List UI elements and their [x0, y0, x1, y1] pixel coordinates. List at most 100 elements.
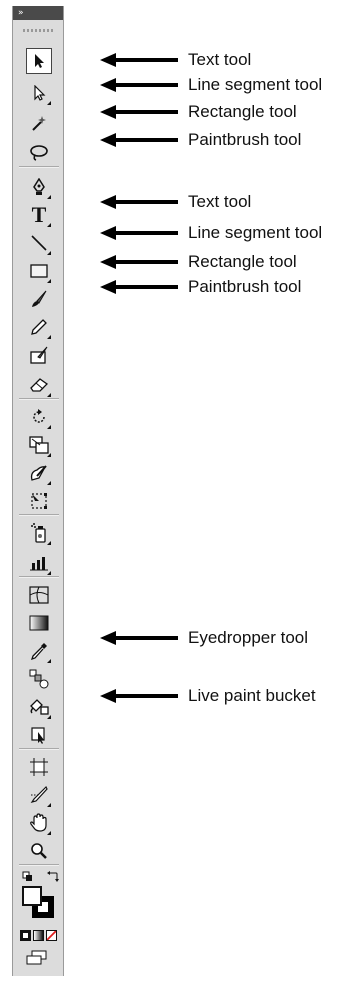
panel-grip[interactable]	[23, 29, 53, 32]
flyout-indicator	[47, 715, 51, 719]
live-paint-bucket-tool[interactable]	[26, 694, 52, 720]
eyedropper-tool[interactable]	[26, 638, 52, 664]
annotation: Text tool	[100, 50, 251, 70]
live-paint-selection-icon	[31, 727, 45, 744]
annotation: Line segment tool	[100, 223, 322, 243]
mesh-tool[interactable]	[26, 582, 52, 608]
type-tool[interactable]: T	[26, 202, 52, 228]
column-graph-tool[interactable]	[26, 550, 52, 576]
annotation: Paintbrush tool	[100, 277, 301, 297]
blob-brush-tool[interactable]	[26, 342, 52, 368]
selection-arrow-icon	[35, 54, 44, 68]
annotation-label: Eyedropper tool	[188, 628, 309, 647]
annotation-label: Paintbrush tool	[188, 277, 302, 296]
fill-swatch[interactable]	[22, 886, 42, 906]
left-arrow-icon	[100, 133, 178, 147]
rotate-icon	[33, 409, 45, 423]
annotation: Rectangle tool	[100, 252, 297, 272]
left-arrow-icon	[100, 255, 178, 269]
annotation-label: Live paint bucket	[188, 686, 316, 705]
pencil-icon	[31, 319, 47, 335]
flyout-indicator	[47, 335, 51, 339]
zoom-tool[interactable]	[26, 838, 52, 864]
left-arrow-icon	[100, 280, 178, 294]
left-arrow-icon	[100, 631, 178, 645]
flyout-indicator	[47, 425, 51, 429]
flyout-indicator	[47, 279, 51, 283]
live-paint-selection-tool[interactable]	[26, 722, 52, 748]
annotation: Live paint bucket	[100, 686, 316, 706]
tools-panel: » T	[12, 6, 64, 976]
magic-wand-icon	[32, 116, 46, 131]
direct-selection-icon	[34, 85, 46, 101]
default-colors-button[interactable]	[22, 871, 34, 883]
symbol-sprayer-tool[interactable]	[26, 520, 52, 546]
flyout-indicator	[47, 223, 51, 227]
blend-tool[interactable]	[26, 666, 52, 692]
line-segment-tool[interactable]	[26, 230, 52, 256]
gradient-mode-button[interactable]	[33, 930, 44, 941]
gradient-icon	[29, 615, 49, 631]
paintbrush-tool[interactable]	[26, 286, 52, 312]
pencil-tool[interactable]	[26, 314, 52, 340]
slice-icon	[30, 786, 48, 803]
flyout-indicator	[47, 481, 51, 485]
annotation-label: Line segment tool	[188, 223, 323, 242]
toolbar-divider	[19, 864, 59, 865]
type-icon: T	[31, 202, 47, 227]
lasso-icon	[30, 145, 48, 161]
gradient-tool[interactable]	[26, 610, 52, 636]
left-arrow-icon	[100, 195, 178, 209]
left-arrow-icon	[100, 689, 178, 703]
magic-wand-tool[interactable]	[26, 110, 52, 136]
warp-tool[interactable]	[26, 460, 52, 486]
direct-selection-tool[interactable]	[26, 80, 52, 106]
artboard-icon	[30, 758, 48, 776]
none-mode-button[interactable]	[46, 930, 57, 941]
free-transform-icon	[31, 493, 47, 509]
pen-tool[interactable]	[26, 174, 52, 200]
screen-mode-icon	[26, 950, 47, 965]
annotation-label: Text tool	[188, 50, 252, 69]
column-graph-icon	[30, 557, 48, 571]
eraser-tool[interactable]	[26, 372, 52, 398]
hand-tool[interactable]	[26, 810, 52, 836]
flyout-indicator	[47, 101, 51, 105]
scale-tool[interactable]	[26, 432, 52, 458]
annotation: Paintbrush tool	[100, 130, 301, 150]
left-arrow-icon	[100, 78, 178, 92]
flyout-indicator	[47, 831, 51, 835]
symbol-sprayer-icon	[31, 523, 46, 543]
rectangle-tool[interactable]	[26, 258, 52, 284]
mesh-icon	[29, 586, 49, 604]
lasso-tool[interactable]	[26, 140, 52, 166]
toolbar-divider	[19, 166, 59, 167]
panel-collapse-bar[interactable]: »	[13, 6, 63, 20]
color-mode-buttons	[20, 930, 57, 941]
left-arrow-icon	[100, 226, 178, 240]
toolbar-divider	[19, 398, 59, 399]
free-transform-tool[interactable]	[26, 488, 52, 514]
artboard-tool[interactable]	[26, 754, 52, 780]
eyedropper-icon	[30, 643, 47, 660]
flyout-indicator	[47, 803, 51, 807]
hand-icon	[30, 813, 47, 832]
flyout-indicator	[47, 659, 51, 663]
color-mode-button[interactable]	[20, 930, 31, 941]
screen-mode-button[interactable]	[25, 950, 49, 966]
default-colors-icon	[22, 871, 32, 881]
slice-tool[interactable]	[26, 782, 52, 808]
rotate-tool[interactable]	[26, 404, 52, 430]
flyout-indicator	[47, 195, 51, 199]
swap-arrow-icon	[47, 871, 59, 882]
rectangle-icon	[30, 264, 48, 278]
pen-icon	[33, 178, 45, 195]
selection-tool[interactable]	[26, 48, 52, 74]
swap-colors-button[interactable]	[47, 870, 59, 882]
annotation: Line segment tool	[100, 75, 322, 95]
flyout-indicator	[47, 453, 51, 457]
collapse-icon[interactable]: »	[18, 8, 24, 18]
flyout-indicator	[47, 571, 51, 575]
toolbar-divider	[19, 514, 59, 515]
toolbar-divider	[19, 748, 59, 749]
